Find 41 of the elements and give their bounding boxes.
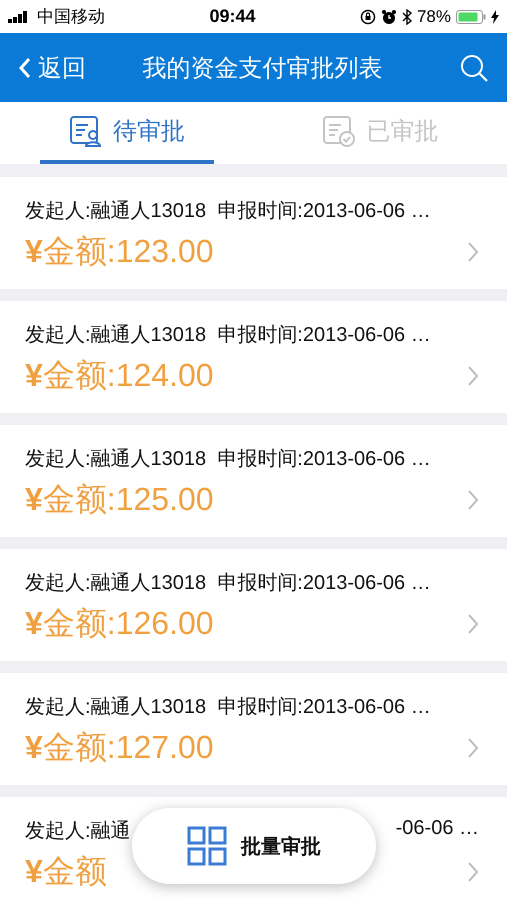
approval-card[interactable]: 发起人:融通人13018 申报时间:2013-06-06 … ¥金额:127.00 [0,673,507,785]
rotation-lock-icon [360,8,376,24]
amount-text: ¥金额:125.00 [25,480,214,519]
chevron-right-icon [467,613,479,635]
carrier-name: 中国移动 [37,6,105,28]
charging-icon [490,10,499,24]
approval-card[interactable]: 发起人:融通人13018 申报时间:2013-06-06 … ¥金额:125.00 [0,425,507,537]
battery-icon [456,10,486,24]
chevron-right-icon [467,365,479,387]
applicant-info: 发起人:融通人13018 申报时间:2013-06-06 … [25,447,432,472]
amount-text: ¥金额:126.00 [25,604,214,643]
approval-card[interactable]: 发起人:融通人13018 申报时间:2013-06-06 … ¥金额:123.00 [0,177,507,289]
page-title: 我的资金支付审批列表 [142,54,384,84]
applicant-info: 发起人:融通 [25,819,131,844]
alarm-icon [380,8,397,24]
status-time: 09:44 [209,6,256,27]
back-chevron-icon [18,56,32,78]
amount-text: ¥金额:124.00 [25,356,214,395]
applicant-info: 发起人:融通人13018 申报时间:2013-06-06 … [25,323,432,348]
date-info: -06-06 … [396,817,479,841]
batch-approve-button[interactable]: 批量审批 [132,808,376,884]
tab[interactable]: 待审批 [40,102,214,164]
applicant-info: 发起人:融通人13018 申报时间:2013-06-06 … [25,571,432,596]
amount-text: ¥金额 [25,852,107,891]
applicant-info: 发起人:融通人13018 申报时间:2013-06-06 … [25,199,432,224]
chevron-right-icon [467,737,479,759]
search-icon[interactable] [459,52,489,82]
amount-text: ¥金额:127.00 [25,728,214,767]
chevron-right-icon [467,861,479,883]
document-person-icon [68,114,103,148]
approval-card[interactable]: 发起人:融通人13018 申报时间:2013-06-06 … ¥金额:124.00 [0,301,507,413]
grid-icon [187,826,227,866]
back-button[interactable]: 返回 [18,52,86,84]
document-check-icon [322,114,356,148]
bluetooth-icon [402,8,412,24]
amount-text: ¥金额:123.00 [25,232,214,271]
chevron-right-icon [467,489,479,511]
battery-percent: 78% [416,6,451,26]
approval-card[interactable]: 发起人:融通人13018 申报时间:2013-06-06 … ¥金额:126.00 [0,549,507,661]
applicant-info: 发起人:融通人13018 申报时间:2013-06-06 … [25,695,432,720]
chevron-right-icon [467,241,479,263]
